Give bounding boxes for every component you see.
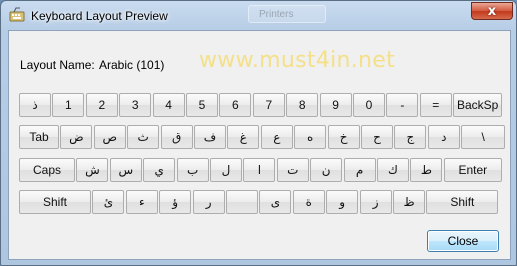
key-0-11[interactable]: - (386, 93, 419, 117)
window-title: Keyboard Layout Preview (31, 9, 168, 23)
key-3-9[interactable]: ز (359, 190, 392, 214)
key-2-9[interactable]: م (343, 158, 376, 182)
dialog-body: Layout Name: Arabic (101) www.must4in.ne… (8, 30, 511, 260)
key-2-0[interactable]: Caps (19, 158, 75, 182)
key-2-8[interactable]: ن (310, 158, 343, 182)
close-button[interactable]: Close (427, 230, 499, 252)
window-close-button[interactable]: x (471, 2, 513, 20)
key-2-3[interactable]: ي (143, 158, 176, 182)
key-0-12[interactable]: = (419, 93, 452, 117)
key-1-11[interactable]: ج (394, 125, 427, 149)
key-0-1[interactable]: 1 (52, 93, 85, 117)
key-2-12[interactable]: Enter (443, 158, 502, 182)
key-1-2[interactable]: ص (93, 125, 126, 149)
key-1-4[interactable]: ق (160, 125, 193, 149)
key-3-11[interactable]: Shift (426, 190, 499, 214)
key-2-4[interactable]: ب (176, 158, 209, 182)
layout-name-label: Layout Name: (20, 58, 95, 72)
key-0-8[interactable]: 8 (286, 93, 319, 117)
key-0-13[interactable]: BackSp (453, 93, 503, 117)
key-3-3[interactable]: ؤ (159, 190, 192, 214)
key-1-9[interactable]: خ (327, 125, 360, 149)
key-0-3[interactable]: 3 (119, 93, 152, 117)
key-0-6[interactable]: 6 (219, 93, 252, 117)
keyboard-layout-preview-window: Keyboard Layout Preview Printers x Layou… (0, 0, 517, 266)
background-window-tab: Printers (248, 5, 326, 23)
key-1-10[interactable]: ح (361, 125, 393, 149)
key-2-10[interactable]: ك (377, 158, 409, 182)
key-1-7[interactable]: ع (260, 125, 293, 149)
key-2-7[interactable]: ت (276, 158, 309, 182)
key-2-6[interactable]: ا (243, 158, 276, 182)
key-1-0[interactable]: Tab (19, 125, 59, 149)
layout-name-value: Arabic (101) (99, 58, 165, 72)
key-0-0[interactable]: ذ (19, 93, 51, 117)
close-icon: x (487, 3, 497, 19)
title-bar[interactable]: Keyboard Layout Preview Printers x (1, 1, 516, 31)
key-1-13[interactable]: \ (461, 125, 506, 149)
key-3-5[interactable] (226, 190, 258, 214)
key-3-7[interactable]: ة (292, 190, 325, 214)
key-3-6[interactable]: ى (259, 190, 292, 214)
key-3-4[interactable]: ر (192, 190, 225, 214)
key-0-7[interactable]: 7 (252, 93, 285, 117)
watermark: www.must4in.net (199, 48, 396, 73)
key-2-5[interactable]: ل (210, 158, 242, 182)
key-0-5[interactable]: 5 (186, 93, 218, 117)
key-3-2[interactable]: ء (125, 190, 158, 214)
keyboard-icon (9, 7, 25, 22)
key-1-6[interactable]: غ (227, 125, 260, 149)
key-1-5[interactable]: ف (194, 125, 226, 149)
key-0-9[interactable]: 9 (319, 93, 352, 117)
key-2-11[interactable]: ط (410, 158, 443, 182)
key-2-2[interactable]: س (109, 158, 142, 182)
key-1-8[interactable]: ه (294, 125, 327, 149)
key-1-3[interactable]: ث (127, 125, 160, 149)
key-3-0[interactable]: Shift (19, 190, 91, 214)
key-0-2[interactable]: 2 (85, 93, 118, 117)
key-0-10[interactable]: 0 (353, 93, 385, 117)
key-1-1[interactable]: ض (60, 125, 93, 149)
key-2-1[interactable]: ش (76, 158, 109, 182)
key-1-12[interactable]: د (427, 125, 460, 149)
key-3-8[interactable]: و (326, 190, 359, 214)
key-3-1[interactable]: ئ (92, 190, 125, 214)
key-3-10[interactable]: ظ (393, 190, 425, 214)
key-0-4[interactable]: 4 (152, 93, 185, 117)
